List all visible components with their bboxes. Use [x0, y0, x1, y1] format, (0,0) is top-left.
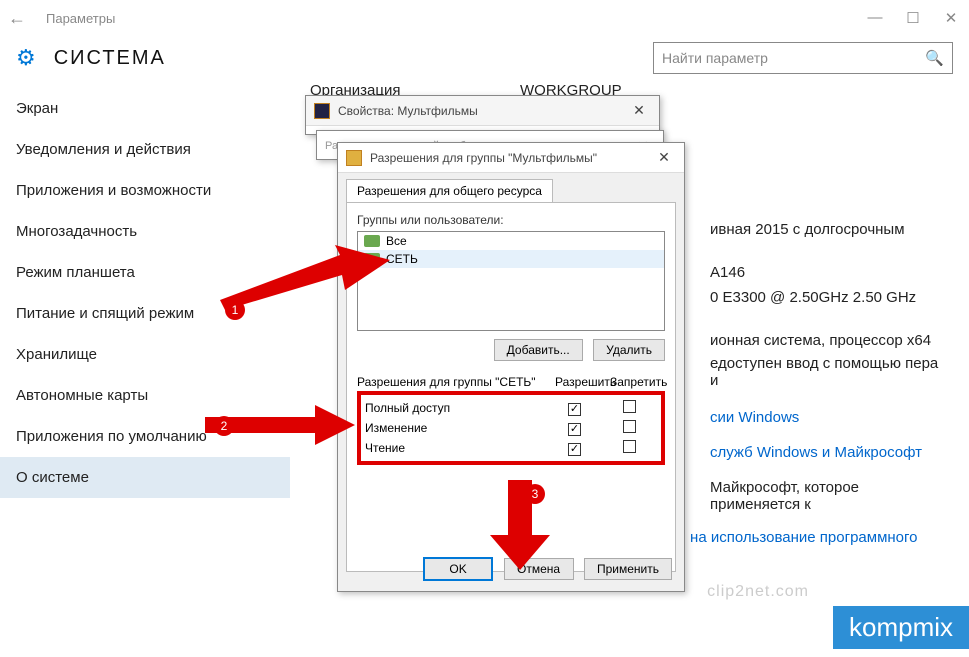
ms-tail: Майкрософт, которое применяется к	[710, 479, 949, 513]
window-controls: — ☐ ✕	[865, 9, 961, 27]
sys-tail: ионная система, процессор x64	[710, 332, 949, 349]
dialog-icon	[314, 103, 330, 119]
code-tail: A146	[710, 264, 949, 281]
permissions-highlight: Полный доступ ✓ Изменение ✓ Чтение ✓	[357, 391, 665, 465]
deny-checkbox[interactable]	[623, 440, 636, 453]
perm-row-read: Чтение ✓	[365, 438, 657, 458]
window-titlebar: ← Параметры — ☐ ✕	[0, 0, 969, 36]
close-button[interactable]: ✕	[941, 9, 961, 27]
allow-checkbox[interactable]: ✓	[568, 443, 581, 456]
link-windows[interactable]: сии Windows	[710, 409, 949, 426]
dialog-properties-title: Свойства: Мультфильмы	[338, 104, 627, 118]
gear-icon: ⚙	[16, 45, 36, 71]
maximize-button[interactable]: ☐	[903, 9, 923, 27]
permissions-label: Разрешения для группы "СЕТЬ"	[357, 375, 555, 389]
groups-label: Группы или пользователи:	[357, 213, 665, 227]
list-item[interactable]: Все	[358, 232, 664, 250]
annotation-badge-1: 1	[225, 300, 245, 320]
dialog-properties: Свойства: Мультфильмы ✕	[305, 95, 660, 135]
perm-row-change: Изменение ✓	[365, 418, 657, 438]
annotation-badge-2: 2	[214, 416, 234, 436]
ok-button[interactable]: OK	[423, 557, 493, 581]
tab-share-permissions[interactable]: Разрешения для общего ресурса	[346, 179, 553, 202]
sidebar-item-display[interactable]: Экран	[0, 88, 290, 129]
list-item[interactable]: СЕТЬ	[358, 250, 664, 268]
pen-tail: едоступен ввод с помощью пера и	[710, 355, 949, 389]
window-title: Параметры	[38, 11, 865, 26]
search-icon: 🔍	[925, 49, 944, 67]
deny-header: Запретить	[610, 375, 665, 389]
allow-checkbox[interactable]: ✓	[568, 423, 581, 436]
close-icon[interactable]: ✕	[627, 102, 651, 119]
add-button[interactable]: Добавить...	[494, 339, 583, 361]
annotation-arrow-1	[220, 245, 390, 315]
minimize-button[interactable]: —	[865, 9, 885, 27]
perm-row-full: Полный доступ ✓	[365, 398, 657, 418]
page-title: СИСТЕМА	[54, 47, 166, 70]
edition-tail: ивная 2015 с долгосрочным	[710, 221, 949, 238]
list-item-label: СЕТЬ	[386, 252, 418, 266]
page-header: ⚙ СИСТЕМА Найти параметр 🔍	[0, 36, 969, 88]
groups-listbox[interactable]: Все СЕТЬ	[357, 231, 665, 331]
watermark-kompmix: kompmix	[833, 606, 969, 649]
link-services[interactable]: служб Windows и Майкрософт	[710, 444, 949, 461]
perm-name: Полный доступ	[365, 401, 547, 415]
sidebar-item-storage[interactable]: Хранилище	[0, 334, 290, 375]
apply-button[interactable]: Применить	[584, 558, 672, 580]
folder-icon	[346, 150, 362, 166]
allow-header: Разрешить	[555, 375, 610, 389]
dialog-permissions-title: Разрешения для группы "Мультфильмы"	[370, 151, 652, 165]
deny-checkbox[interactable]	[623, 420, 636, 433]
cpu-tail: 0 E3300 @ 2.50GHz 2.50 GHz	[710, 289, 949, 306]
close-icon[interactable]: ✕	[652, 149, 676, 166]
perm-name: Чтение	[365, 441, 547, 455]
sidebar-item-about[interactable]: О системе	[0, 457, 290, 498]
deny-checkbox[interactable]	[623, 400, 636, 413]
search-placeholder: Найти параметр	[662, 50, 925, 66]
back-icon[interactable]: ←	[8, 8, 38, 29]
sidebar-item-apps[interactable]: Приложения и возможности	[0, 170, 290, 211]
search-input[interactable]: Найти параметр 🔍	[653, 42, 953, 74]
annotation-badge-3: 3	[525, 484, 545, 504]
sidebar: Экран Уведомления и действия Приложения …	[0, 88, 290, 655]
delete-button[interactable]: Удалить	[593, 339, 665, 361]
perm-name: Изменение	[365, 421, 547, 435]
sidebar-item-notifications[interactable]: Уведомления и действия	[0, 129, 290, 170]
watermark-clipnet: clip2net.com	[707, 583, 809, 601]
allow-checkbox[interactable]: ✓	[568, 403, 581, 416]
